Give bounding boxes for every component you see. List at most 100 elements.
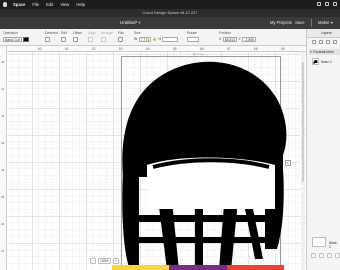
deselect-icon[interactable]	[45, 36, 50, 42]
height-prefix: H	[158, 37, 161, 41]
edit-icon[interactable]	[61, 36, 66, 42]
ruler-tick: 42	[1, 114, 5, 118]
color-chip-yellow	[112, 265, 170, 270]
rotate-label: Rotate	[187, 31, 197, 35]
ruler-tick: 66	[200, 46, 204, 51]
flatten-icon[interactable]	[335, 253, 340, 258]
ruler-tick: 60	[38, 46, 42, 51]
align-group: Align	[88, 31, 96, 42]
color-chip-purple	[169, 265, 227, 270]
material-color-swatch[interactable]	[23, 36, 30, 42]
machine-selector[interactable]: Maker ▾	[318, 20, 333, 25]
ruler-tick: 65	[173, 46, 177, 51]
design-canvas[interactable]: 6.774 in ↻ − 100% +	[7, 52, 306, 270]
ungroup-icon[interactable]	[319, 40, 323, 44]
blank-canvas-thumbnail[interactable]	[312, 237, 326, 247]
helmet-icon	[313, 59, 318, 64]
position-y-input[interactable]: -2.898	[242, 36, 257, 42]
flip-label: Flip	[118, 31, 124, 35]
ruler-tick: 69	[281, 46, 285, 51]
material-color-strip	[112, 265, 284, 270]
ruler-tick: 63	[119, 46, 123, 51]
window-title-bar: Cricut Design Space v8.12.227	[0, 9, 340, 17]
edit-label: Edit	[61, 31, 67, 35]
edit-toolbar: Operation Basic Cut Deselect Edit Offset…	[0, 29, 306, 46]
menu-edit[interactable]: Edit	[46, 2, 53, 7]
size-group: Size W 7.774 🔒 H	[134, 31, 179, 42]
ruler-tick: 43	[1, 141, 5, 145]
menu-app-name[interactable]: Space	[13, 2, 25, 7]
selection-size-label: 6.774 in	[193, 52, 204, 56]
document-title-text: Untitled*	[120, 20, 138, 25]
scrollbar-thumb[interactable]	[302, 62, 304, 182]
position-x-input[interactable]: 88.813	[222, 36, 238, 42]
offset-group: Offset	[73, 31, 82, 42]
my-projects-button[interactable]: My Projects	[270, 20, 292, 25]
apple-logo-icon[interactable]	[3, 2, 7, 7]
ruler-tick: 67	[227, 46, 231, 51]
ruler-tick: 44	[1, 168, 5, 172]
delete-icon[interactable]	[333, 40, 337, 44]
ruler-tick: 62	[92, 46, 96, 51]
header-divider	[311, 19, 312, 27]
ruler-tick: 64	[146, 46, 150, 51]
ruler-tick: 46	[1, 222, 5, 226]
save-button[interactable]: Save	[295, 20, 305, 25]
lock-icon[interactable]: 🔒	[153, 37, 157, 41]
football-helmet-shape[interactable]	[117, 59, 297, 270]
menu-file[interactable]: File	[32, 2, 39, 7]
offset-label: Offset	[73, 31, 82, 35]
ruler-tick: 40	[1, 60, 5, 64]
zoom-out-button[interactable]: −	[90, 258, 96, 264]
status-icon[interactable]	[317, 2, 321, 6]
arrange-icon[interactable]	[101, 36, 106, 42]
flip-icon[interactable]	[118, 36, 123, 42]
duplicate-icon[interactable]	[326, 40, 330, 44]
zoom-level: 100%	[97, 258, 111, 264]
chevron-down-icon: ▾	[330, 20, 333, 25]
chevron-down-icon[interactable]: ▾	[310, 50, 312, 54]
flip-group: Flip	[118, 31, 123, 42]
chevron-down-icon: ▾	[138, 20, 141, 25]
status-icon[interactable]	[333, 2, 337, 6]
layer-row[interactable]: Basic C	[312, 57, 340, 66]
width-input[interactable]: 7.774	[138, 36, 152, 42]
slice-icon[interactable]	[311, 253, 316, 258]
canvas-scrollbar[interactable]	[301, 52, 305, 270]
rotate-input[interactable]	[187, 36, 199, 42]
align-icon[interactable]	[88, 36, 93, 42]
ruler-tick: 47	[1, 249, 5, 253]
document-title[interactable]: Untitled*▾	[120, 20, 141, 26]
menu-bar: Space File Edit View Help	[0, 0, 340, 9]
layer-group-name: Football-helm	[313, 50, 334, 54]
menu-help[interactable]: Help	[76, 2, 85, 7]
layers-title: Layers	[307, 29, 340, 38]
rotate-handle[interactable]: ↻	[285, 160, 291, 166]
layer-group-row[interactable]: ▾ Football-helm	[309, 49, 340, 55]
y-prefix: Y	[238, 37, 241, 41]
zoom-controls: − 100% +	[90, 258, 119, 264]
operation-label: Operation	[3, 31, 18, 35]
size-label: Size	[134, 31, 141, 35]
offset-icon[interactable]	[73, 36, 78, 42]
combine-icon[interactable]	[319, 253, 324, 258]
operation-select[interactable]: Basic Cut	[3, 36, 22, 42]
layer-thumbnail	[312, 58, 319, 65]
edit-group: Edit	[61, 31, 67, 42]
x-prefix: X	[219, 37, 222, 41]
arrange-group: Arrange	[101, 31, 113, 42]
align-label: Align	[88, 31, 96, 35]
status-icon[interactable]	[325, 2, 329, 6]
group-icon[interactable]	[312, 40, 316, 44]
layer-name: Basic C	[321, 59, 332, 64]
operation-group: Operation Basic Cut	[3, 31, 30, 42]
zoom-in-button[interactable]: +	[112, 258, 119, 264]
ruler-tick: 61	[65, 46, 69, 51]
menu-view[interactable]: View	[60, 2, 69, 7]
height-input[interactable]	[162, 36, 179, 42]
attach-icon[interactable]	[327, 253, 332, 258]
rotate-group: Rotate	[187, 31, 199, 42]
position-label: Position	[219, 31, 232, 35]
color-chip-red	[226, 265, 284, 270]
layers-panel: Layers ▾ Football-helm Basic C Blank C	[306, 29, 340, 270]
